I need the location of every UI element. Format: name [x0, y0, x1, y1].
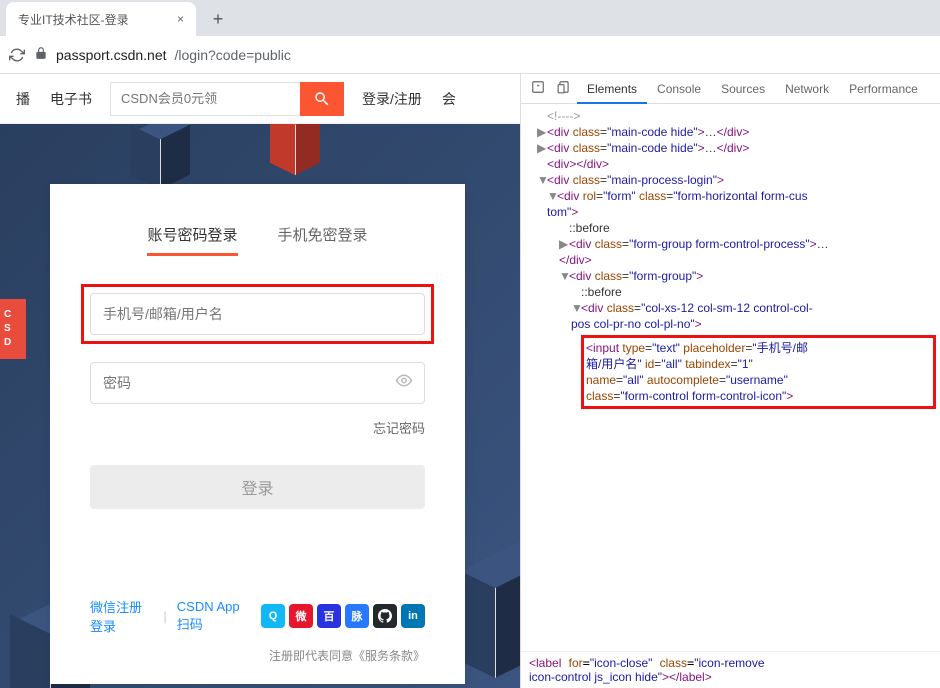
baidu-icon[interactable]: 百	[317, 604, 341, 628]
nav-item[interactable]: 电子书	[40, 89, 102, 109]
url-host: passport.csdn.net	[56, 47, 167, 63]
devtools-tab-elements[interactable]: Elements	[577, 74, 647, 104]
eye-icon[interactable]	[395, 372, 413, 395]
devtools-tab-console[interactable]: Console	[647, 74, 711, 104]
wechat-login-link[interactable]: 微信注册登录	[90, 597, 153, 635]
url-path: /login?code=public	[175, 47, 291, 63]
terms-text: 注册即代表同意《服务条款》	[90, 647, 425, 664]
username-field-highlight	[81, 284, 434, 344]
browser-tabbar: 专业IT技术社区-登录 × +	[0, 0, 940, 36]
tab-sms-login[interactable]: 手机免密登录	[278, 224, 368, 256]
csdn-logo: CSD	[0, 299, 26, 359]
elements-tree[interactable]: <!----> ▶<div class="main-code hide">…</…	[521, 104, 940, 651]
devtools-panel: ElementsConsoleSourcesNetworkPerformance…	[520, 74, 940, 688]
nav-item[interactable]: 会	[432, 89, 466, 109]
url-field[interactable]: passport.csdn.net/login?code=public	[34, 46, 932, 63]
terms-link[interactable]: 《服务条款》	[353, 649, 425, 663]
forgot-password-link[interactable]: 忘记密码	[90, 418, 425, 437]
password-input[interactable]	[90, 362, 425, 404]
maimai-icon[interactable]: 脉	[345, 604, 369, 628]
search-input[interactable]	[110, 82, 300, 116]
svg-text:C: C	[4, 309, 11, 320]
browser-addressbar: passport.csdn.net/login?code=public	[0, 36, 940, 74]
close-icon[interactable]: ×	[177, 12, 184, 26]
tab-title: 专业IT技术社区-登录	[18, 11, 129, 28]
app-scan-link[interactable]: CSDN App扫码	[177, 599, 249, 633]
reload-icon[interactable]	[8, 46, 26, 64]
username-input[interactable]	[90, 293, 425, 335]
login-button[interactable]: 登录	[90, 465, 425, 509]
browser-tab[interactable]: 专业IT技术社区-登录 ×	[6, 2, 196, 36]
devtools-tab-sources[interactable]: Sources	[711, 74, 775, 104]
qq-icon[interactable]: Q	[261, 604, 285, 628]
lock-icon	[34, 46, 48, 63]
new-tab-button[interactable]: +	[204, 5, 232, 33]
nav-item[interactable]: 播	[6, 89, 40, 109]
inspect-icon[interactable]	[525, 80, 551, 97]
hero-background: CSD 账号密码登录 手机免密登录	[0, 124, 520, 688]
svg-text:S: S	[4, 323, 11, 334]
login-register-link[interactable]: 登录/注册	[352, 89, 432, 109]
search-button[interactable]	[300, 82, 344, 116]
linkedin-icon[interactable]: in	[401, 604, 425, 628]
page-pane: 播 电子书 登录/注册 会 CSD 账号密码登录	[0, 74, 520, 688]
tab-password-login[interactable]: 账号密码登录	[147, 224, 237, 256]
devtools-tab-performance[interactable]: Performance	[839, 74, 928, 104]
svg-text:D: D	[4, 337, 11, 348]
weibo-icon[interactable]: 微	[289, 604, 313, 628]
site-header: 播 电子书 登录/注册 会	[0, 74, 520, 124]
devtools-bottom: <label for="icon-close" class="icon-remo…	[521, 651, 940, 688]
device-icon[interactable]	[551, 80, 577, 97]
devtools-tab-network[interactable]: Network	[775, 74, 839, 104]
highlighted-element[interactable]: <input type="text" placeholder="手机号/邮 箱/…	[581, 335, 936, 409]
login-card: 账号密码登录 手机免密登录 忘记密码 登录 微信注册登录	[50, 184, 465, 684]
github-icon[interactable]	[373, 604, 397, 628]
